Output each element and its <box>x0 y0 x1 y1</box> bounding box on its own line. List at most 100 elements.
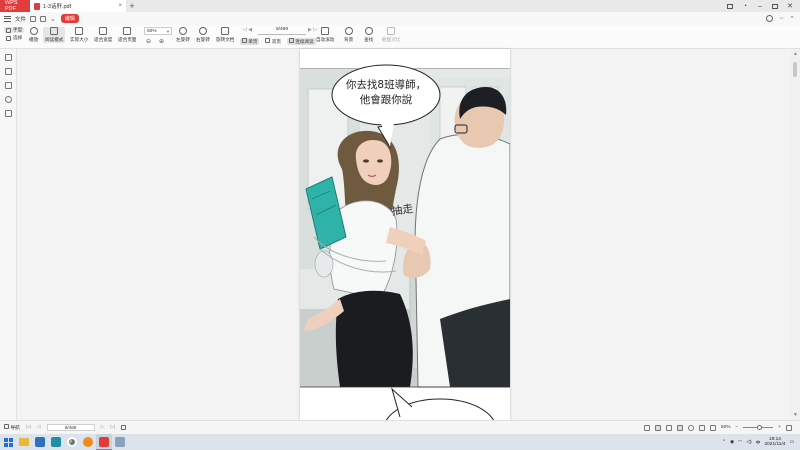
double-page-button[interactable]: 双页 <box>263 38 282 45</box>
continuous-icon <box>288 38 294 43</box>
volume-icon[interactable]: ◁) <box>746 440 751 445</box>
maximize-button[interactable] <box>769 0 781 12</box>
single-page-view-icon[interactable] <box>654 424 661 431</box>
layout-icon[interactable] <box>724 0 736 12</box>
zoom-out-icon[interactable]: – <box>736 425 739 430</box>
minimize-button[interactable]: – <box>754 0 766 12</box>
vertical-scrollbar[interactable]: ▲ ▼ <box>791 49 800 420</box>
ime-icon[interactable]: 中 <box>756 439 761 446</box>
taskbar-chrome[interactable] <box>64 434 80 450</box>
zoom-in-icon[interactable]: + <box>778 425 781 430</box>
auto-scroll-button[interactable]: 自动滚动 <box>316 27 334 43</box>
document-tab[interactable]: 1-3话肝.pdf × <box>30 0 126 12</box>
play-view-icon[interactable] <box>687 424 694 431</box>
clock[interactable]: 19:14 2021/11/4 <box>764 437 785 448</box>
next-page-icon[interactable]: ▷ <box>101 425 105 430</box>
play-button[interactable]: 播放 <box>29 27 38 43</box>
tray-chevron-icon[interactable]: ⌃ <box>722 440 726 445</box>
scroll-thumb[interactable] <box>793 62 797 77</box>
taskbar-wps-pdf[interactable] <box>96 434 112 450</box>
screenshot-compare-button[interactable]: 截图对比 <box>382 27 400 43</box>
zoom-slider[interactable] <box>743 425 774 430</box>
zoom-in-button[interactable]: ⊕ <box>159 38 164 45</box>
background-button[interactable]: 背景 <box>344 27 353 43</box>
close-window-button[interactable]: ✕ <box>784 0 796 12</box>
folder-icon <box>19 438 29 446</box>
fit-width-icon <box>99 27 108 35</box>
comment-icon[interactable] <box>5 82 12 89</box>
scroll-up-icon[interactable]: ▲ <box>793 51 798 57</box>
hand-tool-button[interactable]: 手型 <box>4 27 25 33</box>
single-page-label: 单页 <box>248 39 258 44</box>
menu-row: 文件 ⌄ 编辑 ··· ⌃ <box>0 12 800 25</box>
fit-width-label: 适合宽度 <box>94 37 113 42</box>
more-quick-icon[interactable]: ⌄ <box>50 15 56 23</box>
first-page-icon[interactable]: |◁ <box>26 425 31 430</box>
settings-icon[interactable] <box>766 15 774 22</box>
single-page-button[interactable]: 单页 <box>240 38 260 45</box>
select-tool-button[interactable]: 选择 <box>4 35 24 41</box>
taskbar-app-blue[interactable] <box>32 434 48 450</box>
scroll-down-icon[interactable]: ▼ <box>793 412 798 418</box>
double-page-view-icon[interactable] <box>665 424 672 431</box>
network-icon[interactable]: ◠ <box>738 440 742 445</box>
zoom-out-button[interactable]: ⊖ <box>146 38 151 45</box>
zoom-select[interactable]: 50% ▼ <box>144 27 172 35</box>
page-number-input[interactable]: 6/469 <box>258 27 306 35</box>
status-zoom-value[interactable]: 50% <box>721 425 731 430</box>
prev-page-icons[interactable]: ◁ ◀ <box>243 27 252 33</box>
start-button[interactable] <box>0 434 16 450</box>
fit-width-button[interactable]: 适合宽度 <box>94 27 112 43</box>
navigation-icon <box>4 424 9 429</box>
thumbnail-icon[interactable] <box>5 68 12 75</box>
rotate-left-button[interactable]: 左旋转 <box>176 27 190 43</box>
document-viewport[interactable]: 抽走 你去找8班導師， 他會跟你說 <box>17 49 791 420</box>
bookmark-icon[interactable] <box>5 54 12 61</box>
rotate-doc-button[interactable]: 旋转文档 <box>216 27 234 43</box>
background-icon <box>344 27 353 35</box>
signature-icon[interactable] <box>5 110 12 117</box>
app-tab[interactable]: WPS PDF <box>0 0 30 12</box>
rotate-right-button[interactable]: 右旋转 <box>196 27 210 43</box>
navigation-toggle[interactable]: 导航 <box>4 424 20 431</box>
more-options-icon[interactable]: ··· <box>779 15 784 22</box>
pdf-page: 抽走 你去找8班導師， 他會跟你說 <box>300 49 510 420</box>
system-tray: ⌃ ◉ ◠ ◁) 中 19:14 2021/11/4 ▭ <box>722 437 800 448</box>
fit-width-view-icon[interactable] <box>698 424 705 431</box>
notification-icon[interactable]: ▭ <box>789 440 794 445</box>
file-menu[interactable]: 文件 <box>15 15 26 23</box>
new-tab-button[interactable]: + <box>126 0 138 12</box>
collapse-ribbon-icon[interactable]: ⌃ <box>789 15 795 23</box>
double-page-icon <box>265 38 271 43</box>
taskbar-app-teal[interactable] <box>48 434 64 450</box>
read-mode-button[interactable]: 阅读模式 <box>43 27 66 43</box>
avatar-icon[interactable]: ◔ <box>739 0 751 12</box>
taskbar-explorer[interactable] <box>16 434 32 450</box>
continuous-view-icon[interactable] <box>676 424 683 431</box>
zoom-slider-knob[interactable] <box>757 425 763 430</box>
fullscreen-icon[interactable] <box>786 424 792 431</box>
find-button[interactable]: 查找 <box>364 27 373 43</box>
fit-page-view-icon[interactable] <box>709 424 716 431</box>
tray-app-icon[interactable]: ◉ <box>730 440 734 445</box>
print-icon[interactable] <box>40 15 47 22</box>
taskbar-app-gray[interactable] <box>112 434 128 450</box>
screenshot-label: 截图对比 <box>382 37 401 42</box>
fit-page-button[interactable]: 适合页面 <box>118 27 136 43</box>
actual-size-button[interactable]: 实际大小 <box>70 27 88 43</box>
attachment-icon[interactable] <box>5 96 12 103</box>
status-page-input[interactable]: 6/469 <box>46 424 95 431</box>
rotate-icon[interactable] <box>121 425 127 430</box>
eye-icon[interactable] <box>643 424 650 431</box>
comic-panel: 抽走 你去找8班導師， 他會跟你說 <box>300 49 510 420</box>
open-folder-icon[interactable] <box>30 15 37 22</box>
continuous-button[interactable]: 连续阅读 <box>286 38 316 45</box>
taskbar-app-orange[interactable] <box>80 434 96 450</box>
close-tab-icon[interactable]: × <box>118 3 122 9</box>
prev-page-icon[interactable]: ◁ <box>37 425 41 430</box>
edit-button[interactable]: 编辑 <box>60 14 79 23</box>
menu-icon[interactable] <box>4 15 11 22</box>
actual-size-label: 实际大小 <box>70 37 89 42</box>
last-page-icon[interactable]: ▷| <box>110 425 115 430</box>
windows-taskbar: ⌃ ◉ ◠ ◁) 中 19:14 2021/11/4 ▭ <box>0 434 800 450</box>
